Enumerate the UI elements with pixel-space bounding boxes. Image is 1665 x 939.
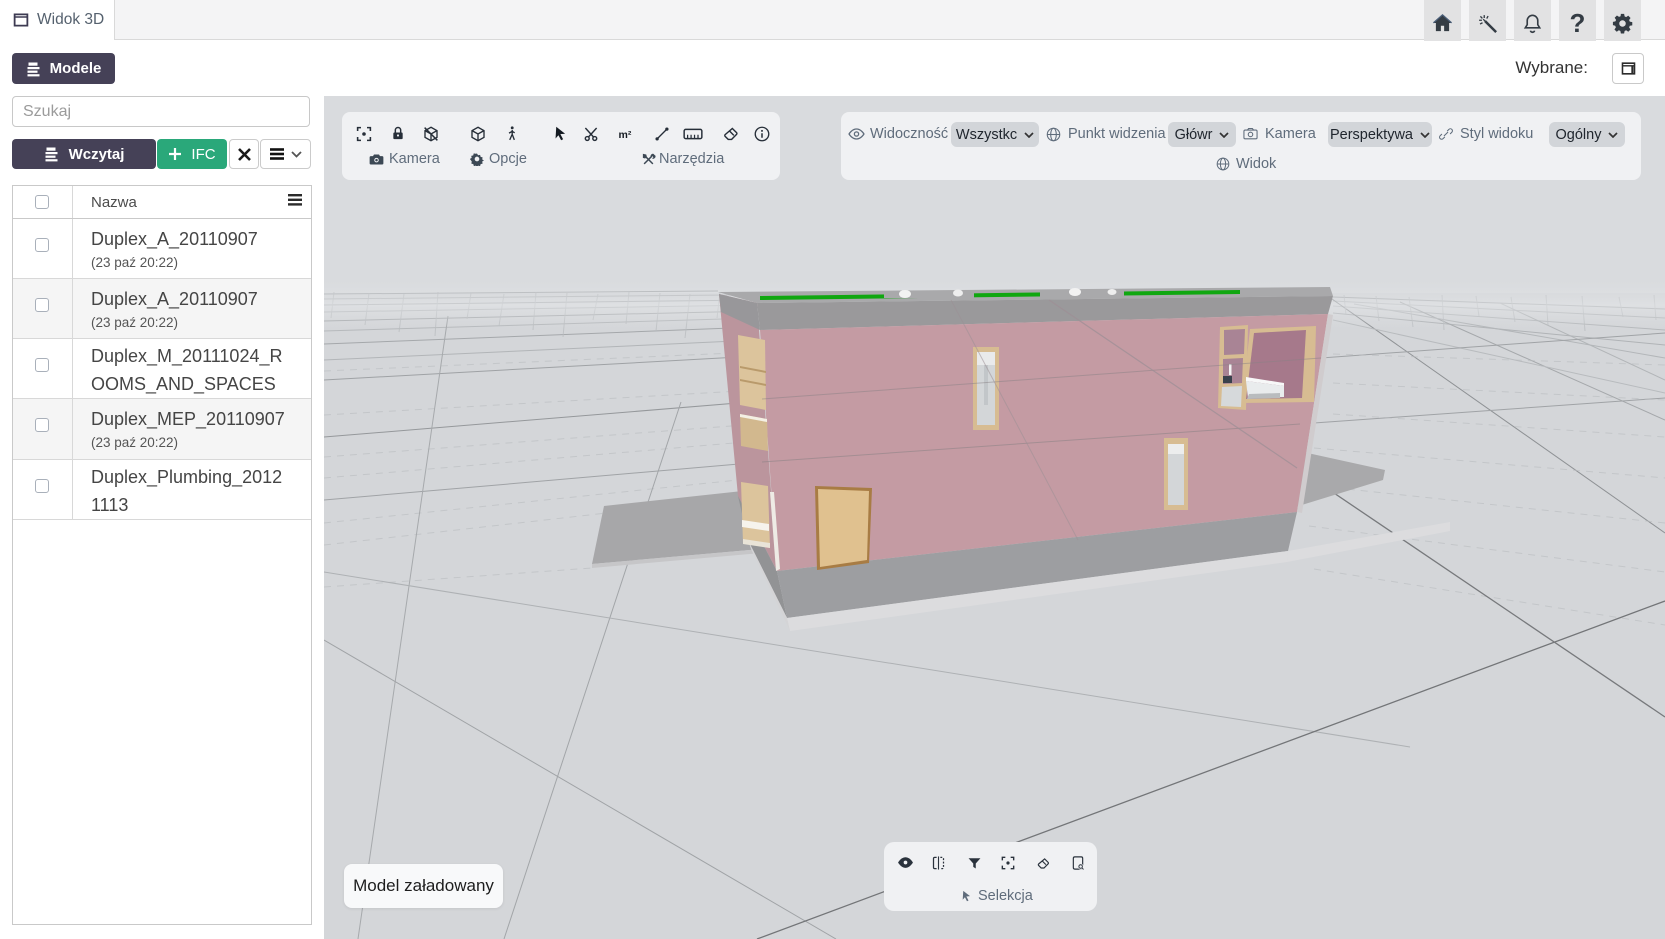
svg-text:m²: m² [619,129,632,141]
